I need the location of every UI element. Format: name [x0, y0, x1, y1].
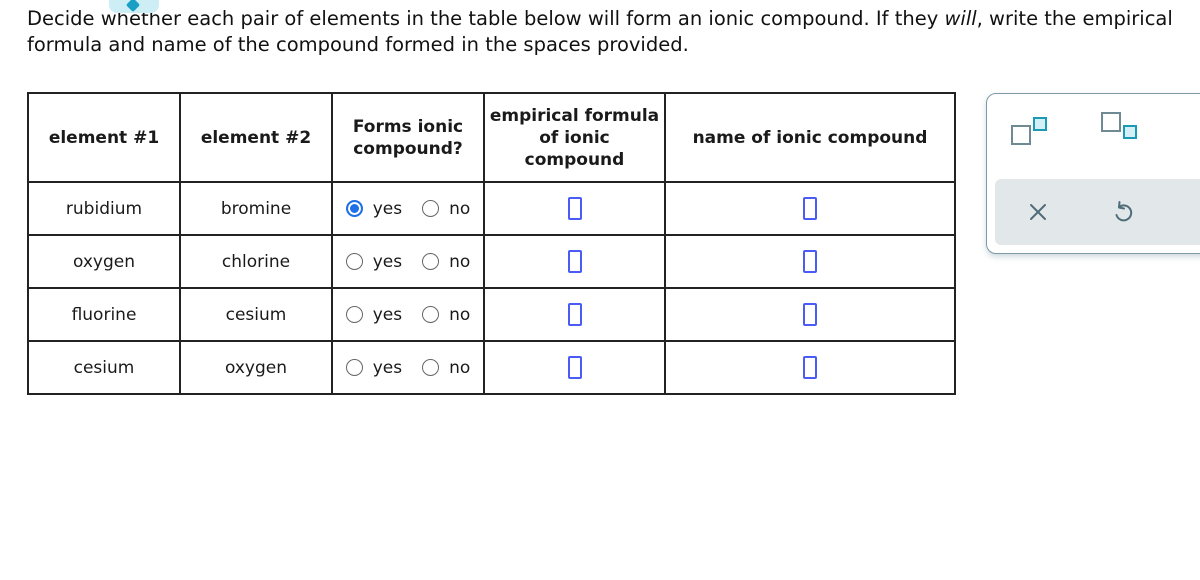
element-1-cell: oxygen — [27, 234, 181, 289]
superscript-button[interactable] — [1009, 112, 1049, 148]
radio-yes-label: yes — [372, 198, 403, 219]
header-forms-ionic: Forms ionic compound? — [331, 92, 485, 183]
name-cell — [664, 340, 956, 395]
radio-no-circle[interactable] — [422, 253, 440, 270]
radio-yes-circle[interactable] — [345, 306, 363, 323]
ionic-compound-table: element #1 element #2 Forms ionic compou… — [27, 92, 956, 395]
radio-no[interactable]: no — [422, 305, 470, 325]
radio-no-label: no — [449, 198, 471, 219]
answer-toolbar — [986, 93, 1200, 254]
element-1-cell: rubidium — [27, 181, 181, 236]
radio-yes-circle[interactable] — [345, 359, 363, 376]
radio-yes[interactable]: yes — [345, 357, 403, 378]
radio-yes[interactable]: yes — [345, 304, 403, 325]
radio-yes[interactable]: yes — [345, 251, 403, 272]
clear-button[interactable] — [1025, 199, 1051, 225]
header-element-2: element #2 — [179, 92, 333, 183]
formula-cell — [483, 234, 666, 289]
name-cell — [664, 181, 956, 236]
header-name: name of ionic compound — [664, 92, 956, 183]
radio-no-label: no — [449, 251, 471, 272]
hint-tab[interactable] — [109, 0, 159, 13]
formula-input[interactable] — [567, 356, 582, 379]
forms-ionic-cell: yes no — [331, 287, 485, 342]
table-row: fluorine cesium yes no — [27, 287, 956, 342]
element-2-cell: bromine — [179, 181, 333, 236]
chevron-down-icon — [125, 0, 141, 13]
table-row: oxygen chlorine yes no — [27, 234, 956, 289]
formula-input[interactable] — [567, 303, 582, 326]
forms-ionic-cell: yes no — [331, 181, 485, 236]
radio-no-label: no — [449, 304, 471, 325]
element-2-cell: oxygen — [179, 340, 333, 395]
name-input[interactable] — [803, 250, 817, 273]
prompt-line-1: Decide whether each pair of elements in … — [27, 7, 1173, 30]
radio-yes-label: yes — [372, 304, 403, 325]
forms-ionic-cell: yes no — [331, 234, 485, 289]
radio-yes-label: yes — [372, 357, 403, 378]
forms-ionic-radio-group: yes no — [333, 358, 483, 378]
table-header-row: element #1 element #2 Forms ionic compou… — [27, 92, 956, 183]
radio-yes-circle[interactable] — [345, 200, 363, 217]
element-1-cell: fluorine — [27, 287, 181, 342]
radio-no[interactable]: no — [422, 358, 470, 378]
name-input[interactable] — [803, 197, 817, 220]
radio-yes-circle[interactable] — [345, 253, 363, 270]
name-cell — [664, 234, 956, 289]
forms-ionic-radio-group: yes no — [333, 305, 483, 325]
forms-ionic-radio-group: yes no — [333, 252, 483, 272]
undo-icon — [1115, 201, 1133, 222]
clear-icon — [1030, 204, 1046, 220]
action-bar — [995, 179, 1200, 245]
radio-no-circle[interactable] — [422, 200, 440, 217]
subscript-button[interactable] — [1099, 108, 1139, 144]
name-input[interactable] — [803, 303, 817, 326]
radio-no[interactable]: no — [422, 199, 470, 219]
element-2-cell: cesium — [179, 287, 333, 342]
formula-input[interactable] — [567, 250, 582, 273]
name-cell — [664, 287, 956, 342]
radio-no[interactable]: no — [422, 252, 470, 272]
formula-cell — [483, 287, 666, 342]
prompt-line-2: formula and name of the compound formed … — [27, 33, 689, 56]
header-formula: empirical formula of ionic compound — [483, 92, 666, 183]
formula-cell — [483, 340, 666, 395]
forms-ionic-cell: yes no — [331, 340, 485, 395]
radio-no-label: no — [449, 357, 471, 378]
element-2-cell: chlorine — [179, 234, 333, 289]
forms-ionic-radio-group: yes no — [333, 199, 483, 219]
radio-yes[interactable]: yes — [345, 198, 403, 219]
undo-button[interactable] — [1110, 198, 1136, 226]
name-input[interactable] — [803, 356, 817, 379]
table-row: rubidium bromine yes no — [27, 181, 956, 236]
radio-no-circle[interactable] — [422, 359, 440, 376]
formula-input[interactable] — [567, 197, 582, 220]
question-prompt: Decide whether each pair of elements in … — [27, 6, 1200, 58]
formula-cell — [483, 181, 666, 236]
element-1-cell: cesium — [27, 340, 181, 395]
table-row: cesium oxygen yes no — [27, 340, 956, 395]
header-element-1: element #1 — [27, 92, 181, 183]
radio-yes-label: yes — [372, 251, 403, 272]
radio-no-circle[interactable] — [422, 306, 440, 323]
